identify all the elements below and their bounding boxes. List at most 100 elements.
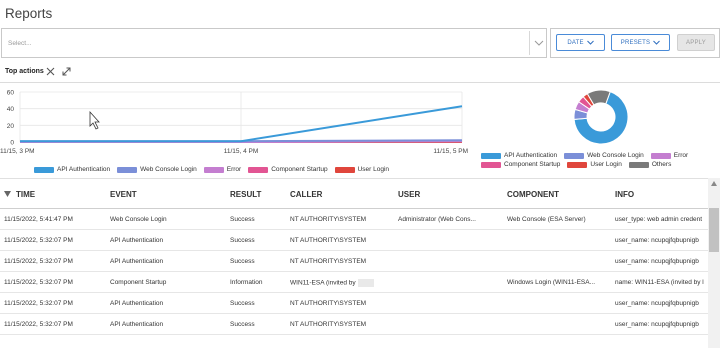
- table-row[interactable]: 11/15/2022, 5:32:07 PM API Authentication…: [0, 293, 708, 314]
- legend-swatch: [334, 166, 355, 173]
- date-button[interactable]: DATE: [556, 34, 605, 51]
- cell-info: user_name: ncupqjfqbupnigb: [615, 300, 699, 307]
- table-scrollbar[interactable]: [708, 178, 720, 348]
- chevron-down-icon[interactable]: [534, 38, 544, 48]
- column-header-result[interactable]: RESULT: [230, 190, 261, 199]
- x-tick-label: 11/15, 5 PM: [433, 148, 468, 155]
- cell-caller: NT AUTHORITY\SYSTEM: [290, 321, 367, 328]
- cell-event: API Authentication: [110, 258, 164, 265]
- mouse-cursor-icon: [89, 110, 100, 130]
- legend-item[interactable]: Component Startup: [248, 166, 328, 173]
- cell-user: Administrator (Web Cons...: [398, 216, 476, 223]
- legend-item[interactable]: User Login: [334, 166, 390, 173]
- page-title: Reports: [5, 6, 53, 21]
- cell-event: API Authentication: [110, 237, 164, 244]
- column-header-user[interactable]: USER: [398, 190, 420, 199]
- cell-info: name: WIN11-ESA (invited by l: [615, 279, 704, 286]
- legend-label: Error: [226, 166, 242, 173]
- cell-event: API Authentication: [110, 321, 164, 328]
- legend-label: Web Console Login: [587, 152, 644, 159]
- legend-label: Web Console Login: [140, 166, 197, 173]
- legend-swatch: [650, 152, 671, 159]
- legend-item[interactable]: User Login: [567, 161, 622, 168]
- cell-info: user_type: web admin credent: [615, 216, 703, 223]
- filter-select-placeholder: Select...: [8, 40, 32, 47]
- legend-label: API Authentication: [57, 166, 111, 173]
- chevron-down-icon: [586, 40, 594, 45]
- column-header-caller[interactable]: CALLER: [290, 190, 322, 199]
- cell-info: user_name: ncupqjfqbupnigb: [615, 321, 699, 328]
- chevron-down-icon: [653, 40, 661, 45]
- legend-item[interactable]: Web Console Login: [564, 152, 644, 159]
- cell-result: Success: [230, 216, 255, 223]
- cell-time: 11/15/2022, 5:32:07 PM: [4, 300, 73, 307]
- legend-swatch: [481, 161, 501, 168]
- legend-item[interactable]: Component Startup: [481, 161, 560, 168]
- y-tick-label: 60: [7, 90, 15, 97]
- close-icon[interactable]: [46, 67, 55, 76]
- legend-item[interactable]: Error: [650, 152, 689, 159]
- table-row[interactable]: 11/15/2022, 5:32:07 PM API Authentication…: [0, 251, 708, 272]
- cell-info: user_name: ncupqjfqbupnigb: [615, 237, 699, 244]
- filter-select[interactable]: Select...: [1, 28, 547, 58]
- cell-event: Web Console Login: [110, 216, 167, 223]
- scroll-up-icon[interactable]: [711, 181, 717, 186]
- presets-button[interactable]: PRESETS: [611, 34, 670, 51]
- x-tick-label: 11/15, 3 PM: [0, 148, 35, 155]
- cell-info: user_name: ncupqjfqbupnigb: [615, 258, 699, 265]
- legend-swatch: [248, 166, 269, 173]
- legend-swatch: [117, 166, 138, 173]
- select-divider: [529, 31, 530, 55]
- section-divider: [0, 82, 720, 83]
- cell-event: Component Startup: [110, 279, 167, 286]
- cell-result: Success: [230, 321, 255, 328]
- x-tick-label: 11/15, 4 PM: [224, 148, 259, 155]
- legend-swatch: [628, 161, 649, 168]
- cell-caller: NT AUTHORITY\SYSTEM: [290, 300, 367, 307]
- events-table: TIME EVENT RESULT CALLER USER COMPONENT …: [0, 178, 720, 348]
- y-tick-label: 20: [7, 123, 15, 130]
- legend-label: User Login: [357, 166, 390, 173]
- column-header-time[interactable]: TIME: [16, 190, 35, 199]
- donut-chart-legend: API Authentication Web Console Login Error…: [481, 152, 720, 168]
- redacted-text: [357, 279, 374, 287]
- legend-item[interactable]: Others: [628, 161, 672, 168]
- column-header-event[interactable]: EVENT: [110, 190, 137, 199]
- cell-caller: NT AUTHORITY\SYSTEM: [290, 216, 367, 223]
- column-header-info[interactable]: INFO: [615, 190, 634, 199]
- legend-item[interactable]: API Authentication: [481, 152, 557, 159]
- cell-time: 11/15/2022, 5:32:07 PM: [4, 237, 73, 244]
- cell-time: 11/15/2022, 5:32:07 PM: [4, 279, 73, 286]
- cell-caller: WIN11-ESA (invited by: [290, 279, 394, 287]
- legend-swatch: [203, 166, 224, 173]
- column-header-component[interactable]: COMPONENT: [507, 190, 559, 199]
- scroll-thumb[interactable]: [709, 208, 719, 252]
- legend-label: Others: [651, 161, 672, 168]
- table-row[interactable]: 11/15/2022, 5:32:07 PM API Authentication…: [0, 230, 708, 251]
- cell-caller: NT AUTHORITY\SYSTEM: [290, 258, 367, 265]
- apply-button-label: APPLY: [686, 39, 706, 46]
- legend-item[interactable]: Web Console Login: [117, 166, 197, 173]
- legend-label: Component Startup: [504, 161, 561, 168]
- cell-time: 11/15/2022, 5:41:47 PM: [4, 216, 73, 223]
- legend-swatch: [564, 152, 585, 159]
- line-chart-legend: API Authentication Web Console Login Error…: [34, 166, 389, 173]
- apply-button[interactable]: APPLY: [677, 34, 715, 51]
- cell-result: Success: [230, 300, 255, 307]
- legend-item[interactable]: API Authentication: [34, 166, 110, 173]
- legend-item[interactable]: Error: [203, 166, 242, 173]
- cell-result: Information: [230, 279, 263, 286]
- expand-icon[interactable]: [62, 67, 71, 76]
- legend-label: Error: [673, 152, 689, 159]
- presets-button-label: PRESETS: [620, 39, 651, 46]
- table-row[interactable]: 11/15/2022, 5:32:07 PM API Authentication…: [0, 314, 708, 335]
- cell-result: Success: [230, 258, 255, 265]
- table-row[interactable]: 11/15/2022, 5:41:47 PM Web Console Login S…: [0, 209, 708, 230]
- filter-bar: DATE PRESETS APPLY: [550, 28, 720, 58]
- legend-swatch: [481, 152, 501, 159]
- top-actions-title: Top actions: [5, 68, 44, 75]
- y-tick-label: 0: [10, 140, 14, 147]
- cell-result: Success: [230, 237, 255, 244]
- sort-desc-icon[interactable]: [4, 191, 11, 197]
- table-row[interactable]: 11/15/2022, 5:32:07 PM Component Startup I…: [0, 272, 708, 293]
